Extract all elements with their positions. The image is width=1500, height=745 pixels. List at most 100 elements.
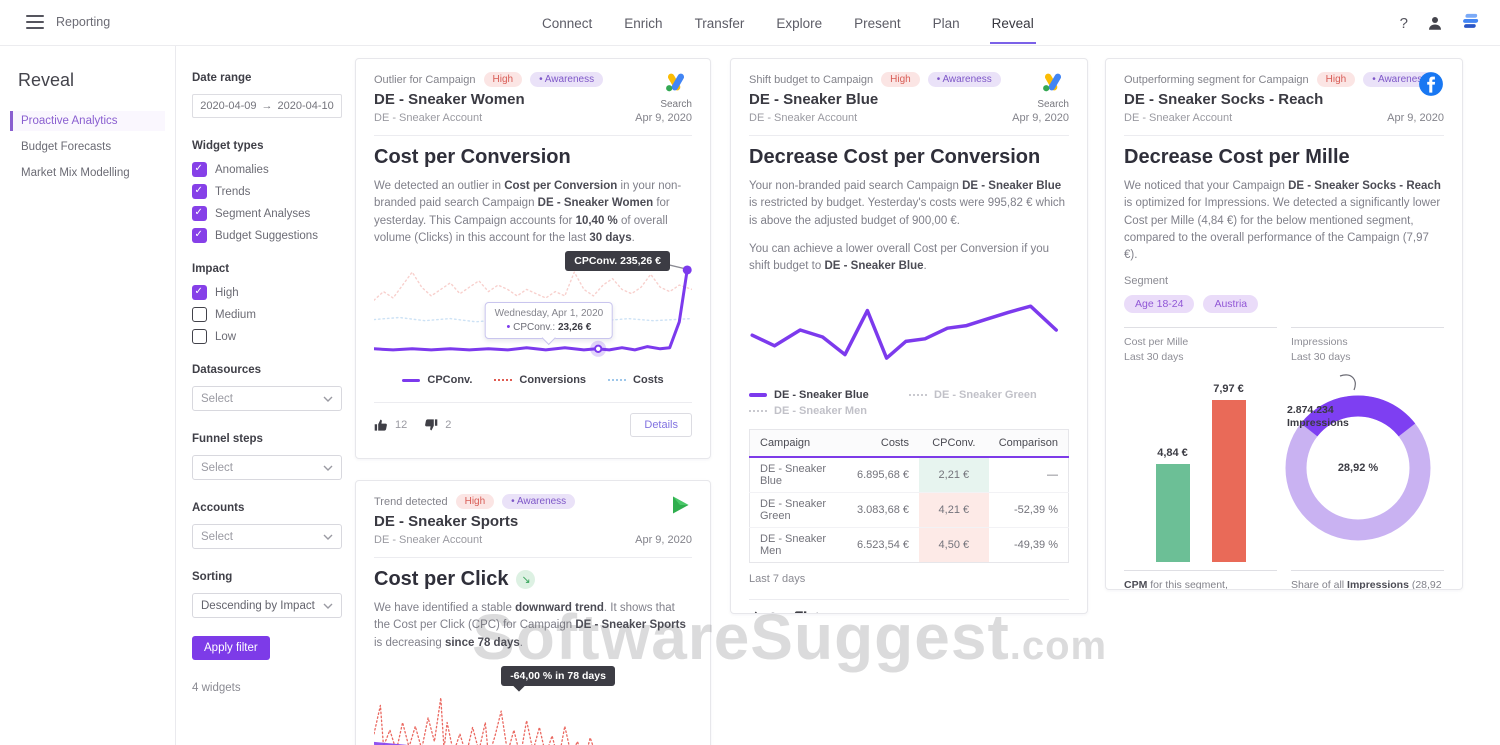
campaign-title: DE - Sneaker Socks - Reach — [1124, 91, 1324, 108]
help-icon[interactable]: ? — [1400, 15, 1408, 32]
nav-explore[interactable]: Explore — [774, 3, 824, 44]
nav-connect[interactable]: Connect — [540, 3, 594, 44]
details-button[interactable]: Details — [630, 413, 692, 437]
apply-filter-button[interactable]: Apply filter — [192, 636, 270, 660]
datasources-select[interactable]: Select — [192, 386, 342, 411]
campaign-title: DE - Sneaker Sports — [374, 513, 519, 530]
chevron-down-icon — [323, 534, 333, 540]
chart-legend: DE - Sneaker Blue DE - Sneaker Green DE … — [749, 389, 1069, 417]
nav-transfer[interactable]: Transfer — [693, 3, 747, 44]
sidebar-item-market-mix-modelling[interactable]: Market Mix Modelling — [10, 163, 165, 183]
sidebar-item-proactive-analytics[interactable]: Proactive Analytics — [10, 111, 165, 131]
funnel-steps-label: Funnel steps — [192, 433, 263, 445]
col-costs[interactable]: Costs — [840, 429, 919, 459]
card-budget-sneaker-blue: Shift budget to Campaign High • Awarenes… — [730, 58, 1088, 614]
sidebar-title: Reveal — [18, 70, 75, 90]
checkbox-trends[interactable]: Trends — [192, 184, 342, 199]
table-row: DE - Sneaker Green 3.083,68 € 4,21 € -52… — [749, 492, 1069, 529]
brand-logo-icon[interactable] — [1462, 11, 1482, 36]
insight-body: We noticed that your Campaign DE - Sneak… — [1124, 180, 1441, 261]
impact-label: Impact — [192, 263, 230, 275]
sidebar: Reveal Proactive Analytics Budget Foreca… — [0, 46, 176, 745]
col-comparison[interactable]: Comparison — [988, 429, 1069, 459]
card-kicker: Shift budget to Campaign — [749, 73, 874, 86]
play-triangle-icon — [673, 496, 689, 514]
widget-types-label: Widget types — [192, 140, 264, 152]
checkbox-checked-icon — [192, 228, 207, 243]
sorting-select[interactable]: Descending by Impact — [192, 593, 342, 618]
nav-plan[interactable]: Plan — [931, 3, 962, 44]
card-segment-sneaker-socks: Outperforming segment for Campaign High … — [1105, 58, 1463, 590]
legend-swatch-gray-dotted — [909, 394, 927, 397]
funnel-badge: • Awareness — [530, 72, 604, 87]
card-date: Apr 9, 2020 — [1387, 112, 1444, 124]
nav-present[interactable]: Present — [852, 3, 903, 44]
checkbox-anomalies[interactable]: Anomalies — [192, 162, 342, 177]
card-kicker: Outperforming segment for Campaign — [1124, 73, 1309, 86]
legend-swatch-purple — [749, 393, 767, 398]
likes-count: 12 — [395, 419, 408, 431]
insight-body: We detected an outlier in Cost per Conve… — [374, 180, 682, 244]
impressions-title: Impressions — [1291, 336, 1348, 349]
user-profile-icon[interactable] — [1426, 14, 1444, 32]
google-ads-icon — [666, 73, 685, 92]
card-kicker: Outlier for Campaign — [374, 73, 476, 86]
hamburger-menu-icon[interactable] — [26, 15, 44, 29]
checkbox-budget-suggestions[interactable]: Budget Suggestions — [192, 228, 342, 243]
impressions-subtitle: Last 30 days — [1291, 351, 1351, 364]
thumbs-down-icon[interactable] — [424, 418, 438, 432]
datasource-block — [1418, 71, 1444, 102]
legend-swatch-blue-dotted — [608, 379, 627, 381]
checkbox-unchecked-icon — [192, 307, 207, 322]
likes-count: 9 — [770, 611, 776, 613]
col-campaign[interactable]: Campaign — [749, 429, 841, 459]
nav-reveal[interactable]: Reveal — [989, 3, 1036, 44]
peak-tooltip: CPConv. 235,26 € — [565, 251, 670, 271]
date-from: 2020-04-09 — [200, 100, 257, 112]
checkbox-impact-low[interactable]: Low — [192, 329, 342, 344]
reveal-dashboard-page: Reporting Connect Enrich Transfer Explor… — [0, 0, 1500, 745]
table-row: DE - Sneaker Men 6.523,54 € 4,50 € -49,3… — [750, 527, 1069, 563]
dislikes-count: 2 — [445, 419, 452, 431]
date-range-input[interactable]: 2020-04-09 → 2020-04-10 — [192, 94, 342, 118]
legend-swatch-red-dotted — [494, 379, 513, 381]
datasource-block — [668, 493, 692, 522]
checkbox-checked-icon — [192, 285, 207, 300]
impact-badge: High — [483, 72, 523, 87]
segment-label: Segment — [1124, 275, 1169, 288]
top-bar: Reporting Connect Enrich Transfer Explor… — [0, 0, 1500, 46]
card-outlier-sneaker-women: Outlier for Campaign High • Awareness DE… — [355, 58, 711, 459]
sidebar-item-budget-forecasts[interactable]: Budget Forecasts — [10, 137, 165, 157]
cpm-panel: Cost per Mille Last 30 days 4,84 €7,97 € … — [1124, 327, 1277, 589]
nav-enrich[interactable]: Enrich — [622, 3, 664, 44]
accounts-select[interactable]: Select — [192, 524, 342, 549]
funnel-steps-select[interactable]: Select — [192, 455, 342, 480]
bar-7,97 €: 7,97 € — [1211, 383, 1246, 562]
checkbox-checked-icon — [192, 206, 207, 221]
thumbs-down-icon[interactable] — [793, 610, 807, 613]
checkbox-impact-medium[interactable]: Medium — [192, 307, 342, 322]
facebook-icon — [1419, 72, 1443, 96]
campaign-comparison-table: Campaign Costs CPConv. Comparison DE - S… — [749, 429, 1069, 564]
impressions-panel: Impressions Last 30 days 2.874.234 Impres… — [1285, 327, 1444, 589]
thumbs-up-icon[interactable] — [374, 418, 388, 432]
accounts-label: Accounts — [192, 502, 245, 514]
datasource-block: Search — [1037, 71, 1069, 110]
impressions-footnote: Share of all Impressions (28,92 %) for t… — [1291, 569, 1444, 589]
chevron-down-icon — [323, 396, 333, 402]
date-to: 2020-04-10 — [277, 100, 334, 112]
datasource-label: Search — [1037, 99, 1069, 110]
legend-swatch-purple — [402, 378, 421, 382]
arrow-right-icon: → — [261, 100, 273, 112]
legend-swatch-gray-dotted — [749, 410, 767, 413]
insight-heading: Decrease Cost per Mille — [1124, 146, 1350, 168]
checkbox-checked-icon — [192, 184, 207, 199]
thumbs-up-icon[interactable] — [749, 610, 763, 613]
account-subtitle: DE - Sneaker Account — [374, 534, 483, 546]
checkbox-segment-analyses[interactable]: Segment Analyses — [192, 206, 342, 221]
checkbox-checked-icon — [192, 162, 207, 177]
campaign-title: DE - Sneaker Blue — [749, 91, 879, 108]
col-cpconv[interactable]: CPConv. — [919, 429, 989, 459]
checkbox-impact-high[interactable]: High — [192, 285, 342, 300]
cpm-bar-chart: 4,84 € 7,97 € — [1124, 372, 1277, 562]
